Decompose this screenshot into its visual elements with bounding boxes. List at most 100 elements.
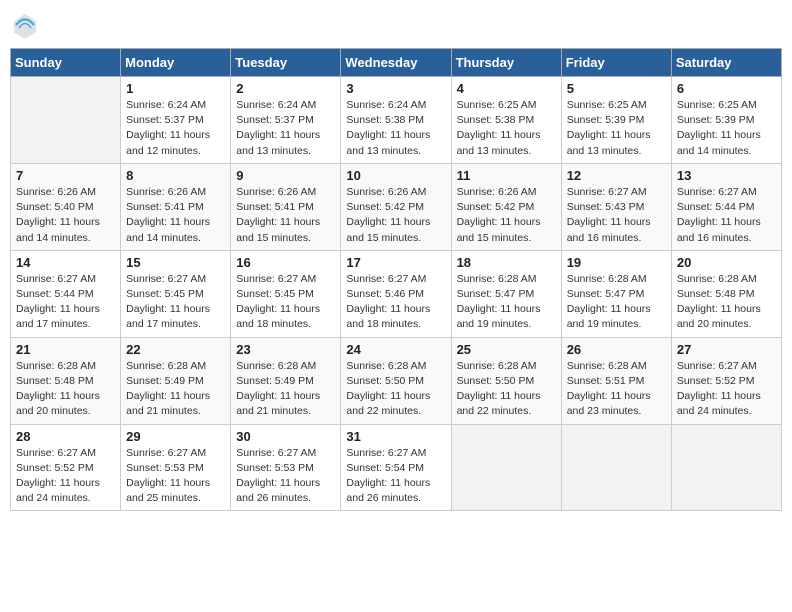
cell-info: Sunrise: 6:27 AM Sunset: 5:53 PM Dayligh… [126, 446, 225, 507]
cell-info: Sunrise: 6:27 AM Sunset: 5:53 PM Dayligh… [236, 446, 335, 507]
calendar-cell: 18Sunrise: 6:28 AM Sunset: 5:47 PM Dayli… [451, 250, 561, 337]
week-row-0: 1 Sunrise: 6:24 AM Sunset: 5:37 PM Daylig… [11, 77, 782, 164]
day-number: 22 [126, 342, 225, 357]
calendar-cell: 17 Sunrise: 6:27 AM Sunset: 5:46 PM Dayli… [341, 250, 451, 337]
cell-info: Sunrise: 6:28 AM Sunset: 5:49 PM Dayligh… [126, 359, 225, 420]
cell-info: Sunrise: 6:28 AM Sunset: 5:51 PM Dayligh… [567, 359, 666, 420]
calendar-cell: 5 Sunrise: 6:25 AM Sunset: 5:39 PM Daylig… [561, 77, 671, 164]
cell-info: Sunrise: 6:26 AM Sunset: 5:42 PM Dayligh… [346, 185, 445, 246]
day-number: 30 [236, 429, 335, 444]
column-header-tuesday: Tuesday [231, 49, 341, 77]
cell-info: Sunrise: 6:27 AM Sunset: 5:52 PM Dayligh… [16, 446, 115, 507]
cell-info: Sunrise: 6:27 AM Sunset: 5:43 PM Dayligh… [567, 185, 666, 246]
header [10, 10, 782, 40]
calendar-cell: 28 Sunrise: 6:27 AM Sunset: 5:52 PM Dayli… [11, 424, 121, 511]
day-number: 5 [567, 81, 666, 96]
day-number: 13 [677, 168, 776, 183]
cell-info: Sunrise: 6:28 AM Sunset: 5:47 PM Dayligh… [567, 272, 666, 333]
cell-info: Sunrise: 6:25 AM Sunset: 5:39 PM Dayligh… [677, 98, 776, 159]
cell-info: Sunrise: 6:27 AM Sunset: 5:45 PM Dayligh… [126, 272, 225, 333]
column-header-thursday: Thursday [451, 49, 561, 77]
week-row-1: 7 Sunrise: 6:26 AM Sunset: 5:40 PM Daylig… [11, 163, 782, 250]
day-number: 20 [677, 255, 776, 270]
day-number: 7 [16, 168, 115, 183]
day-number: 29 [126, 429, 225, 444]
calendar-cell: 11Sunrise: 6:26 AM Sunset: 5:42 PM Dayli… [451, 163, 561, 250]
calendar-cell: 16 Sunrise: 6:27 AM Sunset: 5:45 PM Dayli… [231, 250, 341, 337]
day-number: 25 [457, 342, 556, 357]
day-number: 19 [567, 255, 666, 270]
column-header-friday: Friday [561, 49, 671, 77]
day-number: 26 [567, 342, 666, 357]
calendar-cell: 23 Sunrise: 6:28 AM Sunset: 5:49 PM Dayli… [231, 337, 341, 424]
calendar-cell: 24 Sunrise: 6:28 AM Sunset: 5:50 PM Dayli… [341, 337, 451, 424]
day-number: 21 [16, 342, 115, 357]
calendar-cell: 15 Sunrise: 6:27 AM Sunset: 5:45 PM Dayli… [121, 250, 231, 337]
cell-info: Sunrise: 6:27 AM Sunset: 5:52 PM Dayligh… [677, 359, 776, 420]
week-row-3: 21 Sunrise: 6:28 AM Sunset: 5:48 PM Dayli… [11, 337, 782, 424]
calendar-cell: 7 Sunrise: 6:26 AM Sunset: 5:40 PM Daylig… [11, 163, 121, 250]
day-number: 15 [126, 255, 225, 270]
cell-info: Sunrise: 6:28 AM Sunset: 5:50 PM Dayligh… [457, 359, 556, 420]
column-header-monday: Monday [121, 49, 231, 77]
logo-icon [10, 10, 40, 40]
day-number: 3 [346, 81, 445, 96]
calendar-cell: 19 Sunrise: 6:28 AM Sunset: 5:47 PM Dayli… [561, 250, 671, 337]
day-number: 2 [236, 81, 335, 96]
calendar-cell: 29 Sunrise: 6:27 AM Sunset: 5:53 PM Dayli… [121, 424, 231, 511]
cell-info: Sunrise: 6:28 AM Sunset: 5:48 PM Dayligh… [677, 272, 776, 333]
calendar-cell: 27 Sunrise: 6:27 AM Sunset: 5:52 PM Dayli… [671, 337, 781, 424]
cell-info: Sunrise: 6:28 AM Sunset: 5:47 PM Dayligh… [457, 272, 556, 333]
day-number: 27 [677, 342, 776, 357]
day-number: 28 [16, 429, 115, 444]
cell-info: Sunrise: 6:26 AM Sunset: 5:40 PM Dayligh… [16, 185, 115, 246]
calendar-cell: 3 Sunrise: 6:24 AM Sunset: 5:38 PM Daylig… [341, 77, 451, 164]
calendar-cell: 6 Sunrise: 6:25 AM Sunset: 5:39 PM Daylig… [671, 77, 781, 164]
calendar-cell: 4Sunrise: 6:25 AM Sunset: 5:38 PM Daylig… [451, 77, 561, 164]
calendar-cell: 2Sunrise: 6:24 AM Sunset: 5:37 PM Daylig… [231, 77, 341, 164]
calendar-header-row: SundayMondayTuesdayWednesdayThursdayFrid… [11, 49, 782, 77]
cell-info: Sunrise: 6:28 AM Sunset: 5:50 PM Dayligh… [346, 359, 445, 420]
cell-info: Sunrise: 6:25 AM Sunset: 5:38 PM Dayligh… [457, 98, 556, 159]
day-number: 14 [16, 255, 115, 270]
cell-info: Sunrise: 6:28 AM Sunset: 5:49 PM Dayligh… [236, 359, 335, 420]
cell-info: Sunrise: 6:24 AM Sunset: 5:38 PM Dayligh… [346, 98, 445, 159]
cell-info: Sunrise: 6:28 AM Sunset: 5:48 PM Dayligh… [16, 359, 115, 420]
cell-info: Sunrise: 6:26 AM Sunset: 5:41 PM Dayligh… [126, 185, 225, 246]
day-number: 10 [346, 168, 445, 183]
cell-info: Sunrise: 6:26 AM Sunset: 5:41 PM Dayligh… [236, 185, 335, 246]
cell-info: Sunrise: 6:27 AM Sunset: 5:46 PM Dayligh… [346, 272, 445, 333]
calendar-cell: 9Sunrise: 6:26 AM Sunset: 5:41 PM Daylig… [231, 163, 341, 250]
day-number: 17 [346, 255, 445, 270]
calendar-cell: 30 Sunrise: 6:27 AM Sunset: 5:53 PM Dayli… [231, 424, 341, 511]
cell-info: Sunrise: 6:27 AM Sunset: 5:44 PM Dayligh… [16, 272, 115, 333]
calendar-cell [561, 424, 671, 511]
calendar-cell [451, 424, 561, 511]
calendar-body: 1 Sunrise: 6:24 AM Sunset: 5:37 PM Daylig… [11, 77, 782, 511]
column-header-sunday: Sunday [11, 49, 121, 77]
cell-info: Sunrise: 6:27 AM Sunset: 5:44 PM Dayligh… [677, 185, 776, 246]
cell-info: Sunrise: 6:27 AM Sunset: 5:45 PM Dayligh… [236, 272, 335, 333]
week-row-2: 14 Sunrise: 6:27 AM Sunset: 5:44 PM Dayli… [11, 250, 782, 337]
day-number: 23 [236, 342, 335, 357]
day-number: 1 [126, 81, 225, 96]
calendar-cell [11, 77, 121, 164]
column-header-wednesday: Wednesday [341, 49, 451, 77]
cell-info: Sunrise: 6:26 AM Sunset: 5:42 PM Dayligh… [457, 185, 556, 246]
calendar-cell: 25 Sunrise: 6:28 AM Sunset: 5:50 PM Dayli… [451, 337, 561, 424]
calendar-cell: 10 Sunrise: 6:26 AM Sunset: 5:42 PM Dayli… [341, 163, 451, 250]
cell-info: Sunrise: 6:25 AM Sunset: 5:39 PM Dayligh… [567, 98, 666, 159]
cell-info: Sunrise: 6:27 AM Sunset: 5:54 PM Dayligh… [346, 446, 445, 507]
day-number: 16 [236, 255, 335, 270]
day-number: 6 [677, 81, 776, 96]
day-number: 8 [126, 168, 225, 183]
calendar-cell: 13 Sunrise: 6:27 AM Sunset: 5:44 PM Dayli… [671, 163, 781, 250]
calendar-cell: 26 Sunrise: 6:28 AM Sunset: 5:51 PM Dayli… [561, 337, 671, 424]
cell-info: Sunrise: 6:24 AM Sunset: 5:37 PM Dayligh… [126, 98, 225, 159]
calendar-cell: 22 Sunrise: 6:28 AM Sunset: 5:49 PM Dayli… [121, 337, 231, 424]
calendar-cell: 31Sunrise: 6:27 AM Sunset: 5:54 PM Dayli… [341, 424, 451, 511]
calendar-cell: 12Sunrise: 6:27 AM Sunset: 5:43 PM Dayli… [561, 163, 671, 250]
calendar-cell: 20 Sunrise: 6:28 AM Sunset: 5:48 PM Dayli… [671, 250, 781, 337]
day-number: 24 [346, 342, 445, 357]
week-row-4: 28 Sunrise: 6:27 AM Sunset: 5:52 PM Dayli… [11, 424, 782, 511]
